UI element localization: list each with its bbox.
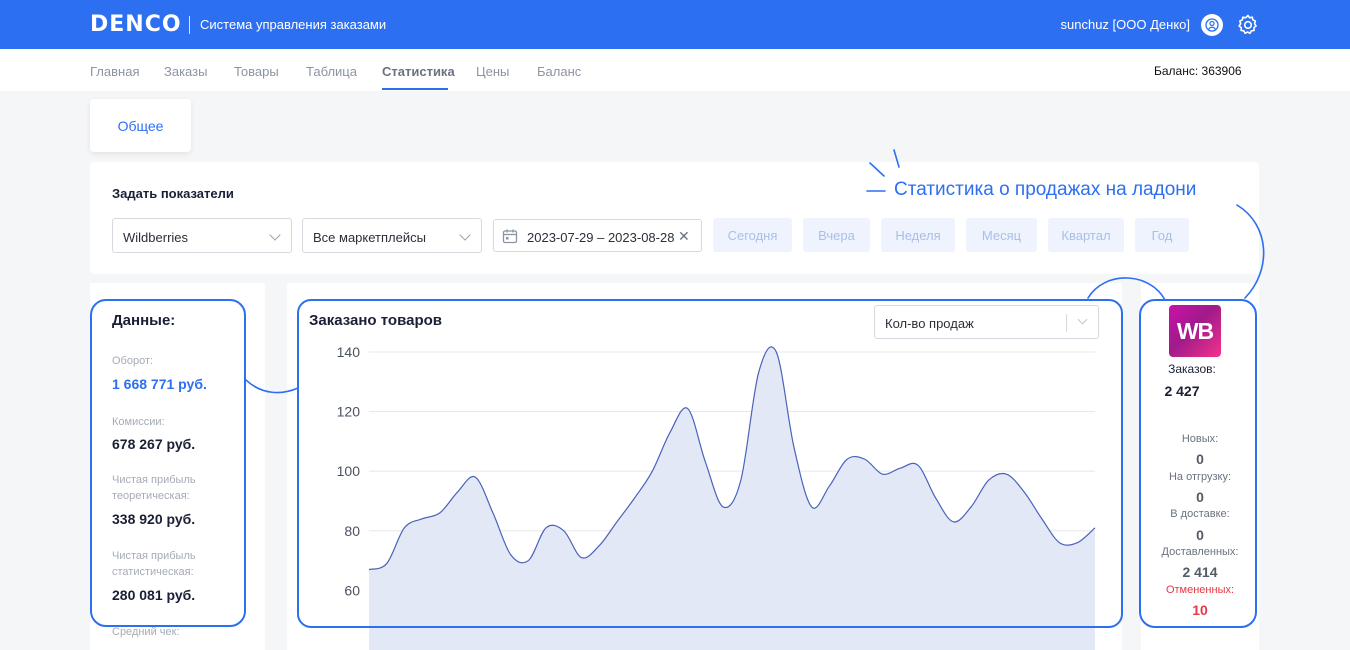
data-highlight-frame xyxy=(90,299,246,627)
wb-highlight-frame xyxy=(1139,299,1257,628)
chart-highlight-frame xyxy=(297,299,1123,628)
